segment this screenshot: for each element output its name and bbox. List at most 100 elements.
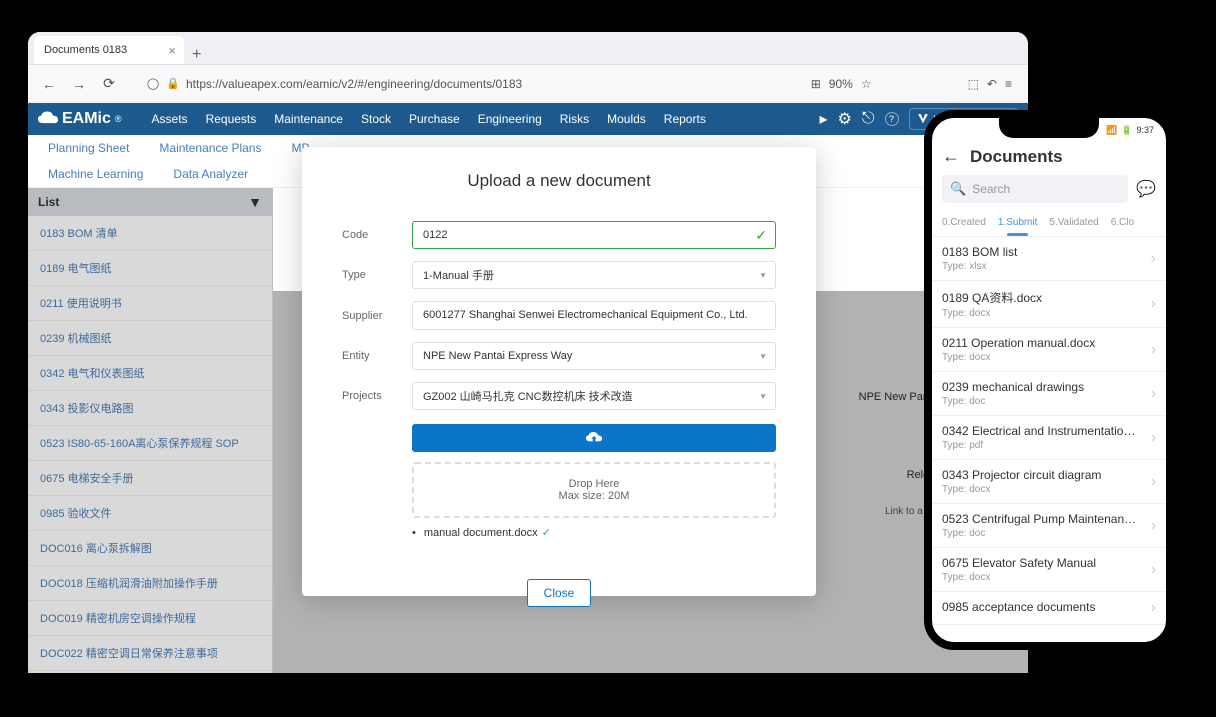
browser-window: Documents 0183 × + ← → ⟳ ◯ 🔒 https://val…: [28, 32, 1028, 673]
item-title: 0183 BOM list: [942, 245, 1140, 259]
new-tab-button[interactable]: +: [184, 46, 209, 64]
sidebar-item[interactable]: 0985 验收文件: [28, 496, 272, 531]
sidebar-item[interactable]: DOC023 塔式起重机维保手册: [28, 671, 272, 673]
back-button[interactable]: ←: [36, 71, 62, 97]
type-select[interactable]: 1-Manual 手册 ▼: [412, 261, 776, 289]
sidebar-item[interactable]: 0675 电梯安全手册: [28, 461, 272, 496]
nav-item[interactable]: Moulds: [607, 112, 646, 126]
sidebar-item[interactable]: DOC019 精密机房空调操作规程: [28, 601, 272, 636]
mobile-tab[interactable]: 6.Clo: [1105, 211, 1140, 236]
arrow-icon[interactable]: ▸: [820, 109, 828, 129]
search-input[interactable]: 🔍 Search: [942, 175, 1128, 203]
subnav-item[interactable]: Machine Learning: [48, 167, 143, 181]
bookmark-icon[interactable]: ☆: [861, 77, 872, 91]
main-nav: Assets Requests Maintenance Stock Purchase En…: [152, 112, 706, 126]
sidebar-item[interactable]: DOC022 精密空调日常保养注意事项: [28, 636, 272, 671]
phone-notch: [999, 118, 1099, 138]
gear-icon[interactable]: ⚙: [838, 109, 852, 129]
sidebar-item[interactable]: 0343 投影仪电路图: [28, 391, 272, 426]
sidebar-item[interactable]: 0183 BOM 清单: [28, 216, 272, 251]
crop-icon[interactable]: ⬚: [968, 77, 979, 91]
sidebar-item[interactable]: 0211 使用说明书: [28, 286, 272, 321]
upload-button[interactable]: [412, 424, 776, 452]
sidebar-item[interactable]: 0189 电气图纸: [28, 251, 272, 286]
list-item[interactable]: 0239 mechanical drawings Type: doc: [932, 372, 1166, 416]
browser-tab[interactable]: Documents 0183 ×: [34, 36, 184, 64]
list-item[interactable]: 0211 Operation manual.docx Type: docx: [932, 328, 1166, 372]
nav-item[interactable]: Reports: [664, 112, 706, 126]
close-icon[interactable]: ×: [168, 43, 176, 58]
subnav-item[interactable]: Data Analyzer: [173, 167, 248, 181]
sidebar-item[interactable]: DOC018 压缩机润滑油附加操作手册: [28, 566, 272, 601]
app-logo[interactable]: EAMic ®: [38, 110, 122, 128]
item-subtitle: Type: pdf: [942, 440, 1140, 451]
sidebar-item[interactable]: DOC016 离心泵拆解图: [28, 531, 272, 566]
nav-item[interactable]: Maintenance: [274, 112, 343, 126]
list-item[interactable]: 0343 Projector circuit diagram Type: docx: [932, 460, 1166, 504]
nav-item[interactable]: Engineering: [478, 112, 542, 126]
success-icon: ✓: [542, 526, 551, 539]
item-subtitle: Type: docx: [942, 308, 1140, 319]
item-title: 0343 Projector circuit diagram: [942, 468, 1140, 482]
supplier-label: Supplier: [342, 310, 392, 322]
list-item[interactable]: 0523 Centrifugal Pump Maintenance Pro...…: [932, 504, 1166, 548]
entity-select[interactable]: NPE New Pantai Express Way ▼: [412, 342, 776, 370]
mobile-tab[interactable]: 1.Submit: [992, 211, 1043, 236]
drop-zone[interactable]: Drop Here Max size: 20M: [412, 462, 776, 518]
qr-icon[interactable]: ⊞: [811, 77, 821, 91]
item-subtitle: Type: doc: [942, 396, 1140, 407]
mobile-tab[interactable]: 5.Validated: [1043, 211, 1104, 236]
item-subtitle: Type: xlsx: [942, 261, 1140, 272]
close-button[interactable]: Close: [527, 579, 592, 607]
list-item[interactable]: 0985 acceptance documents: [932, 592, 1166, 625]
chevron-down-icon: ▼: [759, 392, 767, 401]
mobile-search-row: 🔍 Search 💬: [932, 175, 1166, 211]
chevron-down-icon: ▼: [759, 352, 767, 361]
list-item[interactable]: 0183 BOM list Type: xlsx: [932, 237, 1166, 281]
mobile-title: Documents: [970, 147, 1063, 167]
sidebar-item[interactable]: 0342 电气和仪表图纸: [28, 356, 272, 391]
list-item[interactable]: 0675 Elevator Safety ManualType: docx: [932, 548, 1166, 592]
subnav-item[interactable]: Planning Sheet: [48, 141, 129, 155]
logout-icon[interactable]: ⎋: [862, 110, 875, 128]
cloud-icon: [38, 111, 58, 127]
help-icon[interactable]: ?: [885, 112, 899, 126]
signal-icon: 📶: [1106, 125, 1117, 136]
tab-title: Documents 0183: [44, 44, 127, 56]
nav-item[interactable]: Stock: [361, 112, 391, 126]
message-icon[interactable]: 💬: [1136, 179, 1156, 199]
filter-icon[interactable]: ▼: [248, 194, 262, 210]
back-icon[interactable]: ←: [942, 146, 960, 167]
forward-button[interactable]: →: [66, 71, 92, 97]
mobile-tabs: 0.Created1.Submit5.Validated6.Clo: [932, 211, 1166, 237]
reload-button[interactable]: ⟳: [96, 71, 122, 97]
nav-item[interactable]: Risks: [560, 112, 589, 126]
item-title: 0239 mechanical drawings: [942, 380, 1140, 394]
nav-item[interactable]: Requests: [206, 112, 257, 126]
undo-icon[interactable]: ↶: [987, 77, 997, 91]
item-title: 0211 Operation manual.docx: [942, 336, 1140, 350]
nav-item[interactable]: Assets: [152, 112, 188, 126]
supplier-select[interactable]: 6001277 Shanghai Senwei Electromechanica…: [412, 301, 776, 330]
item-subtitle: Type: docx: [942, 484, 1140, 495]
mobile-device: 📶 🔋 9:37 ← Documents 🔍 Search 💬 0.Create…: [924, 110, 1174, 650]
item-title: 0189 QA资料.docx: [942, 289, 1140, 306]
check-icon: ✓: [755, 227, 767, 244]
projects-select[interactable]: GZ002 山崎马扎克 CNC数控机床 技术改造 ▼: [412, 382, 776, 410]
upload-modal: Upload a new document Code 0122 ✓ Type 1…: [302, 147, 816, 596]
menu-icon[interactable]: ≡: [1005, 77, 1012, 91]
mobile-tab[interactable]: 0.Created: [936, 211, 992, 236]
file-name: manual document.docx: [424, 527, 538, 539]
toolbar-right: ⊞ 90% ☆ ⬚ ↶ ≡: [811, 77, 1020, 91]
url-bar[interactable]: ◯ 🔒 https://valueapex.com/eamic/v2/#/eng…: [126, 77, 807, 91]
code-input[interactable]: 0122 ✓: [412, 221, 776, 249]
list-item[interactable]: 0342 Electrical and Instrumentation Dra.…: [932, 416, 1166, 460]
subnav-item[interactable]: Maintenance Plans: [159, 141, 261, 155]
drop-here-label: Drop Here: [428, 478, 760, 490]
nav-item[interactable]: Purchase: [409, 112, 460, 126]
list-item[interactable]: 0189 QA资料.docx Type: docx: [932, 281, 1166, 328]
item-subtitle: Type: docx: [942, 352, 1140, 363]
sidebar-item[interactable]: 0523 IS80-65-160A离心泵保养规程 SOP: [28, 426, 272, 461]
projects-label: Projects: [342, 390, 392, 402]
sidebar-item[interactable]: 0239 机械图纸: [28, 321, 272, 356]
